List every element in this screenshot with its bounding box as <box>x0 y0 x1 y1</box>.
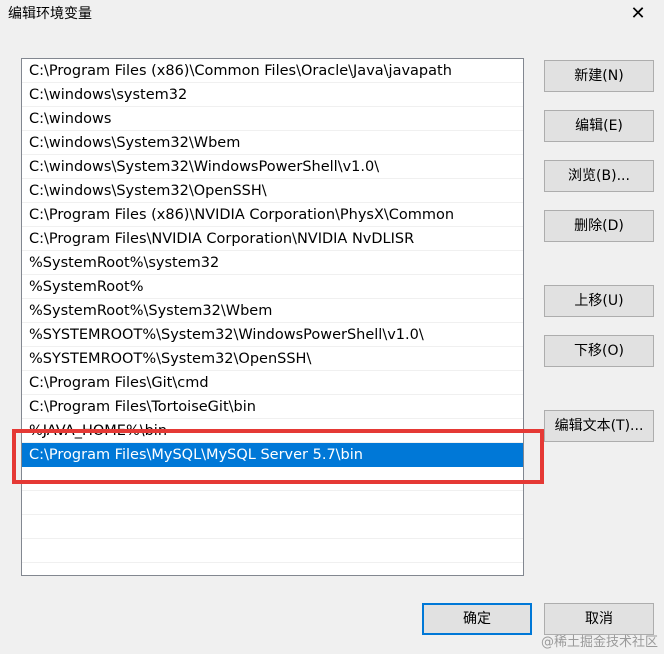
path-item[interactable]: C:\Program Files\NVIDIA Corporation\NVID… <box>22 227 523 251</box>
edit-button[interactable]: 编辑(E) <box>544 110 654 142</box>
path-item[interactable]: C:\windows\system32 <box>22 83 523 107</box>
path-item[interactable]: %SYSTEMROOT%\System32\OpenSSH\ <box>22 347 523 371</box>
empty-row <box>22 467 523 491</box>
browse-button[interactable]: 浏览(B)... <box>544 160 654 192</box>
ok-button[interactable]: 确定 <box>422 603 532 635</box>
window-title: 编辑环境变量 <box>8 6 92 22</box>
empty-row <box>22 563 523 575</box>
path-item[interactable]: C:\windows\System32\Wbem <box>22 131 523 155</box>
path-item[interactable]: C:\windows\System32\OpenSSH\ <box>22 179 523 203</box>
empty-row <box>22 491 523 515</box>
delete-button[interactable]: 删除(D) <box>544 210 654 242</box>
path-item[interactable]: %SystemRoot% <box>22 275 523 299</box>
close-icon[interactable]: ✕ <box>626 2 650 26</box>
edit-text-button[interactable]: 编辑文本(T)... <box>544 410 654 442</box>
path-item-selected[interactable]: C:\Program Files\MySQL\MySQL Server 5.7\… <box>22 443 523 467</box>
empty-row <box>22 539 523 563</box>
path-list[interactable]: C:\Program Files (x86)\Common Files\Orac… <box>21 58 524 576</box>
move-down-button[interactable]: 下移(O) <box>544 335 654 367</box>
new-button[interactable]: 新建(N) <box>544 60 654 92</box>
move-up-button[interactable]: 上移(U) <box>544 285 654 317</box>
path-item[interactable]: C:\windows\System32\WindowsPowerShell\v1… <box>22 155 523 179</box>
path-item[interactable]: C:\Program Files\Git\cmd <box>22 371 523 395</box>
empty-row <box>22 515 523 539</box>
path-item[interactable]: C:\Program Files\TortoiseGit\bin <box>22 395 523 419</box>
path-item[interactable]: %SystemRoot%\system32 <box>22 251 523 275</box>
path-item[interactable]: C:\Program Files (x86)\NVIDIA Corporatio… <box>22 203 523 227</box>
watermark: @稀土掘金技术社区 <box>540 635 658 650</box>
path-item[interactable]: %JAVA_HOME%\bin <box>22 419 523 443</box>
path-item[interactable]: C:\Program Files (x86)\Common Files\Orac… <box>22 59 523 83</box>
path-item[interactable]: %SystemRoot%\System32\Wbem <box>22 299 523 323</box>
path-item[interactable]: C:\windows <box>22 107 523 131</box>
path-item[interactable]: %SYSTEMROOT%\System32\WindowsPowerShell\… <box>22 323 523 347</box>
